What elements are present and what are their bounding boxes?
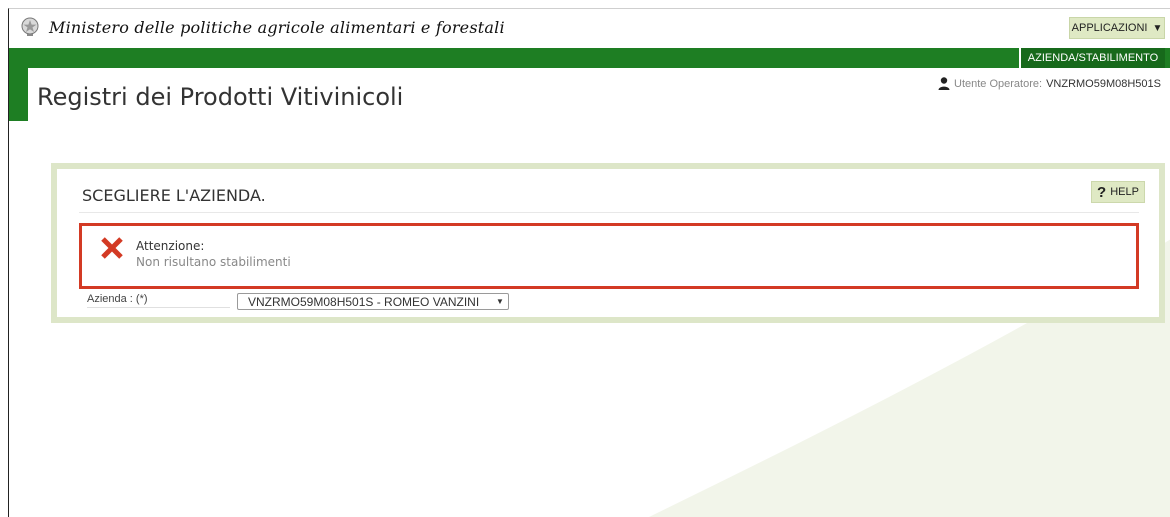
app-frame: Ministero delle politiche agricole alime… — [8, 8, 1170, 517]
top-header: Ministero delle politiche agricole alime… — [9, 9, 1170, 45]
applications-menu-button[interactable]: APPLICAZIONI ▼ — [1069, 17, 1165, 39]
error-alert: Attenzione: Non risultano stabilimenti — [79, 223, 1139, 289]
green-nav-bar: AZIENDA/STABILIMENTO — [9, 48, 1170, 68]
help-label: HELP — [1110, 186, 1139, 198]
azienda-field-label: Azienda : (*) — [87, 293, 230, 308]
user-info: Utente Operatore: VNZRMO59M08H501S — [938, 77, 1161, 90]
page-title: Registri dei Prodotti Vitivinicoli — [37, 83, 404, 111]
user-code: VNZRMO59M08H501S — [1046, 77, 1161, 90]
help-button[interactable]: ? HELP — [1091, 181, 1145, 203]
error-x-icon — [101, 237, 123, 259]
section-title: SCEGLIERE L'AZIENDA. — [82, 186, 266, 205]
alert-message: Non risultano stabilimenti — [136, 255, 291, 269]
applications-label: APPLICAZIONI — [1071, 22, 1148, 34]
user-icon — [938, 77, 950, 90]
azienda-select[interactable]: VNZRMO59M08H501S - ROMEO VANZINI ▼ — [237, 293, 509, 310]
company-site-button[interactable]: AZIENDA/STABILIMENTO — [1019, 48, 1165, 68]
chevron-down-icon: ▼ — [496, 297, 504, 306]
ministry-title: Ministero delle politiche agricole alime… — [49, 18, 505, 37]
divider — [79, 212, 1139, 213]
company-selection-panel: ? HELP SCEGLIERE L'AZIENDA. Attenzione: … — [51, 163, 1165, 323]
caret-down-icon: ▼ — [1152, 22, 1163, 34]
italian-republic-emblem-icon — [21, 17, 39, 36]
azienda-selected-value: VNZRMO59M08H501S - ROMEO VANZINI — [248, 294, 480, 309]
title-accent-bar — [9, 68, 28, 121]
user-prefix: Utente Operatore: — [954, 77, 1043, 90]
question-mark-icon: ? — [1097, 183, 1107, 201]
alert-title: Attenzione: — [136, 239, 205, 253]
